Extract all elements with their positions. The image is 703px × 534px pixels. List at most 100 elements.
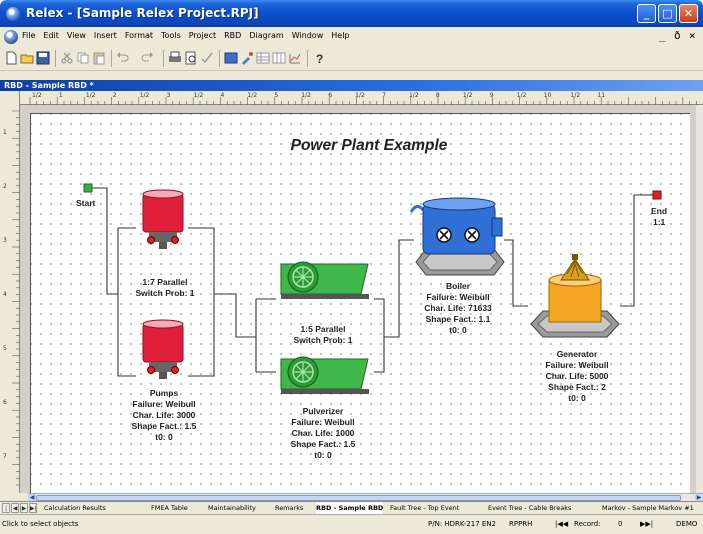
menu-insert[interactable]: Insert xyxy=(94,31,117,40)
ruler-label: 1/2 xyxy=(193,92,204,99)
ruler-label: 10 xyxy=(543,92,552,99)
relex-app-icon[interactable] xyxy=(6,7,20,21)
toolbar-separator xyxy=(219,50,220,67)
print-icon[interactable] xyxy=(168,51,182,65)
ruler-label: 6 xyxy=(328,92,333,99)
mdi-close-button[interactable]: × xyxy=(689,29,696,42)
tab-remarks[interactable]: Remarks xyxy=(275,502,303,514)
cut-icon[interactable] xyxy=(60,51,74,65)
end-node[interactable] xyxy=(652,190,662,200)
tab-maintainability[interactable]: Maintainability xyxy=(208,502,256,514)
tab-first-button[interactable]: |◀ xyxy=(2,503,10,522)
pumps-name: Pumps xyxy=(150,388,179,398)
boiler-to-generator-line xyxy=(504,239,528,307)
tab-next-button[interactable]: ▶ xyxy=(20,503,28,513)
menu-project[interactable]: Project xyxy=(189,31,216,40)
application-window: Relex - [Sample Relex Project.RPJ] _ □ ✕… xyxy=(0,0,703,534)
ruler-label: 1/2 xyxy=(355,92,365,99)
pumps-split-left xyxy=(117,227,136,377)
status-bar: Click to select objects P/N: HDRK-217 EN… xyxy=(0,514,703,534)
close-button[interactable]: ✕ xyxy=(679,4,698,23)
horizontal-scrollbar[interactable]: ◀ ▶ xyxy=(28,493,703,502)
pulverizer-group-label: 1:5 Parallel xyxy=(301,324,346,334)
tab-calculation-results[interactable]: Calculation Results xyxy=(44,502,106,514)
save-icon[interactable] xyxy=(36,51,50,65)
menu-window[interactable]: Window xyxy=(292,31,324,40)
ruler-label: 11 xyxy=(597,92,606,99)
title-bar[interactable]: Relex - [Sample Relex Project.RPJ] _ □ ✕ xyxy=(0,0,703,27)
pulverizer-top-block[interactable] xyxy=(280,261,369,299)
mdi-minimize-button[interactable]: _ xyxy=(659,29,666,42)
grid-icon[interactable] xyxy=(272,51,286,65)
record-first-button[interactable]: |◀◀ xyxy=(555,520,568,528)
pumps-shape: Shape Fact.: 1.5 xyxy=(132,421,197,431)
maximize-button[interactable]: □ xyxy=(658,4,677,23)
document-menu-icon[interactable] xyxy=(4,30,18,44)
menu-diagram[interactable]: Diagram xyxy=(249,31,283,40)
ruler-label: 1/2 xyxy=(516,92,527,99)
chart-icon[interactable] xyxy=(288,51,302,65)
tab-last-button[interactable]: ▶| xyxy=(29,503,37,513)
pump-top-block[interactable] xyxy=(142,189,184,249)
generator-t0: t0: 0 xyxy=(568,393,586,403)
tab-markov[interactable]: Markov - Sample Markov #1 xyxy=(602,502,703,514)
undo-icon[interactable] xyxy=(116,51,130,65)
boiler-failure: Failure: Weibull xyxy=(426,292,489,302)
diagram-title: Power Plant Example xyxy=(291,137,448,154)
generator-name: Generator xyxy=(557,349,598,359)
menu-help[interactable]: Help xyxy=(331,31,349,40)
menu-file[interactable]: File xyxy=(22,31,35,40)
menu-view[interactable]: View xyxy=(67,31,86,40)
rbd-workspace[interactable]: Power Plant Example Start End 1:1 1:7 Pa… xyxy=(20,105,696,493)
ruler-label: 9 xyxy=(489,92,494,99)
pump-bottom-block[interactable] xyxy=(142,319,184,379)
ruler-label: 1/2 xyxy=(301,92,311,99)
table-icon[interactable] xyxy=(256,51,270,65)
start-node[interactable] xyxy=(83,183,93,193)
ruler-label: 5 xyxy=(3,345,7,352)
sheet-tabs: |◀ ◀ ▶ ▶| Calculation Results FMEA Table… xyxy=(0,501,703,522)
pulverizer-bottom-block[interactable] xyxy=(280,356,369,394)
document-title-bar[interactable]: RBD - Sample RBD * xyxy=(0,80,703,91)
menu-bar: File Edit View Insert Format Tools Proje… xyxy=(0,27,703,47)
vertical-scrollbar[interactable] xyxy=(696,105,703,493)
copy-icon[interactable] xyxy=(76,51,90,65)
pumps-split-right xyxy=(188,227,215,377)
record-last-button[interactable]: ▶▶| xyxy=(640,520,653,528)
ruler-label: 1 xyxy=(3,129,7,136)
redo-icon[interactable] xyxy=(140,51,154,65)
menu-edit[interactable]: Edit xyxy=(43,31,59,40)
tab-rbd-sample[interactable]: RBD - Sample RBD xyxy=(316,502,384,514)
menu-format[interactable]: Format xyxy=(125,31,153,40)
help-icon[interactable]: ? xyxy=(312,51,326,65)
ruler-label: 1/2 xyxy=(85,92,96,99)
ruler-label: 1/2 xyxy=(32,92,42,99)
ruler-label: 7 xyxy=(3,453,7,460)
tab-event-tree[interactable]: Event Tree - Cable Breaks xyxy=(488,502,571,514)
boiler-block[interactable] xyxy=(409,197,505,276)
ruler-label: 4 xyxy=(220,92,225,99)
menu-tools[interactable]: Tools xyxy=(161,31,181,40)
tab-prev-button[interactable]: ◀ xyxy=(11,503,19,513)
open-icon[interactable] xyxy=(20,51,34,65)
print-preview-icon[interactable] xyxy=(184,51,198,65)
menu-rbd[interactable]: RBD xyxy=(224,31,241,40)
rbd-icon[interactable] xyxy=(224,51,238,65)
tab-fmea-table[interactable]: FMEA Table xyxy=(151,502,188,514)
boiler-t0: t0: 0 xyxy=(449,325,467,335)
mdi-restore-button[interactable]: ð xyxy=(674,29,681,42)
ruler-label: 1/2 xyxy=(408,92,419,99)
minimize-button[interactable]: _ xyxy=(637,4,656,23)
new-icon[interactable] xyxy=(4,51,18,65)
paste-icon[interactable] xyxy=(92,51,106,65)
generator-block[interactable] xyxy=(530,254,620,338)
start-to-pumps-line xyxy=(92,187,118,295)
diagram-page[interactable]: Power Plant Example Start End 1:1 1:7 Pa… xyxy=(30,113,690,493)
tab-fault-tree[interactable]: Fault Tree - Top Event xyxy=(390,502,459,514)
status-hint: Click to select objects xyxy=(2,520,79,528)
ruler-label: 1/2 xyxy=(462,92,473,99)
properties-icon[interactable] xyxy=(240,51,254,65)
status-part-number: P/N: HDRK-217 EN2 xyxy=(428,520,496,528)
menu-items: File Edit View Insert Format Tools Proje… xyxy=(22,31,350,40)
spell-check-icon[interactable] xyxy=(200,51,214,65)
